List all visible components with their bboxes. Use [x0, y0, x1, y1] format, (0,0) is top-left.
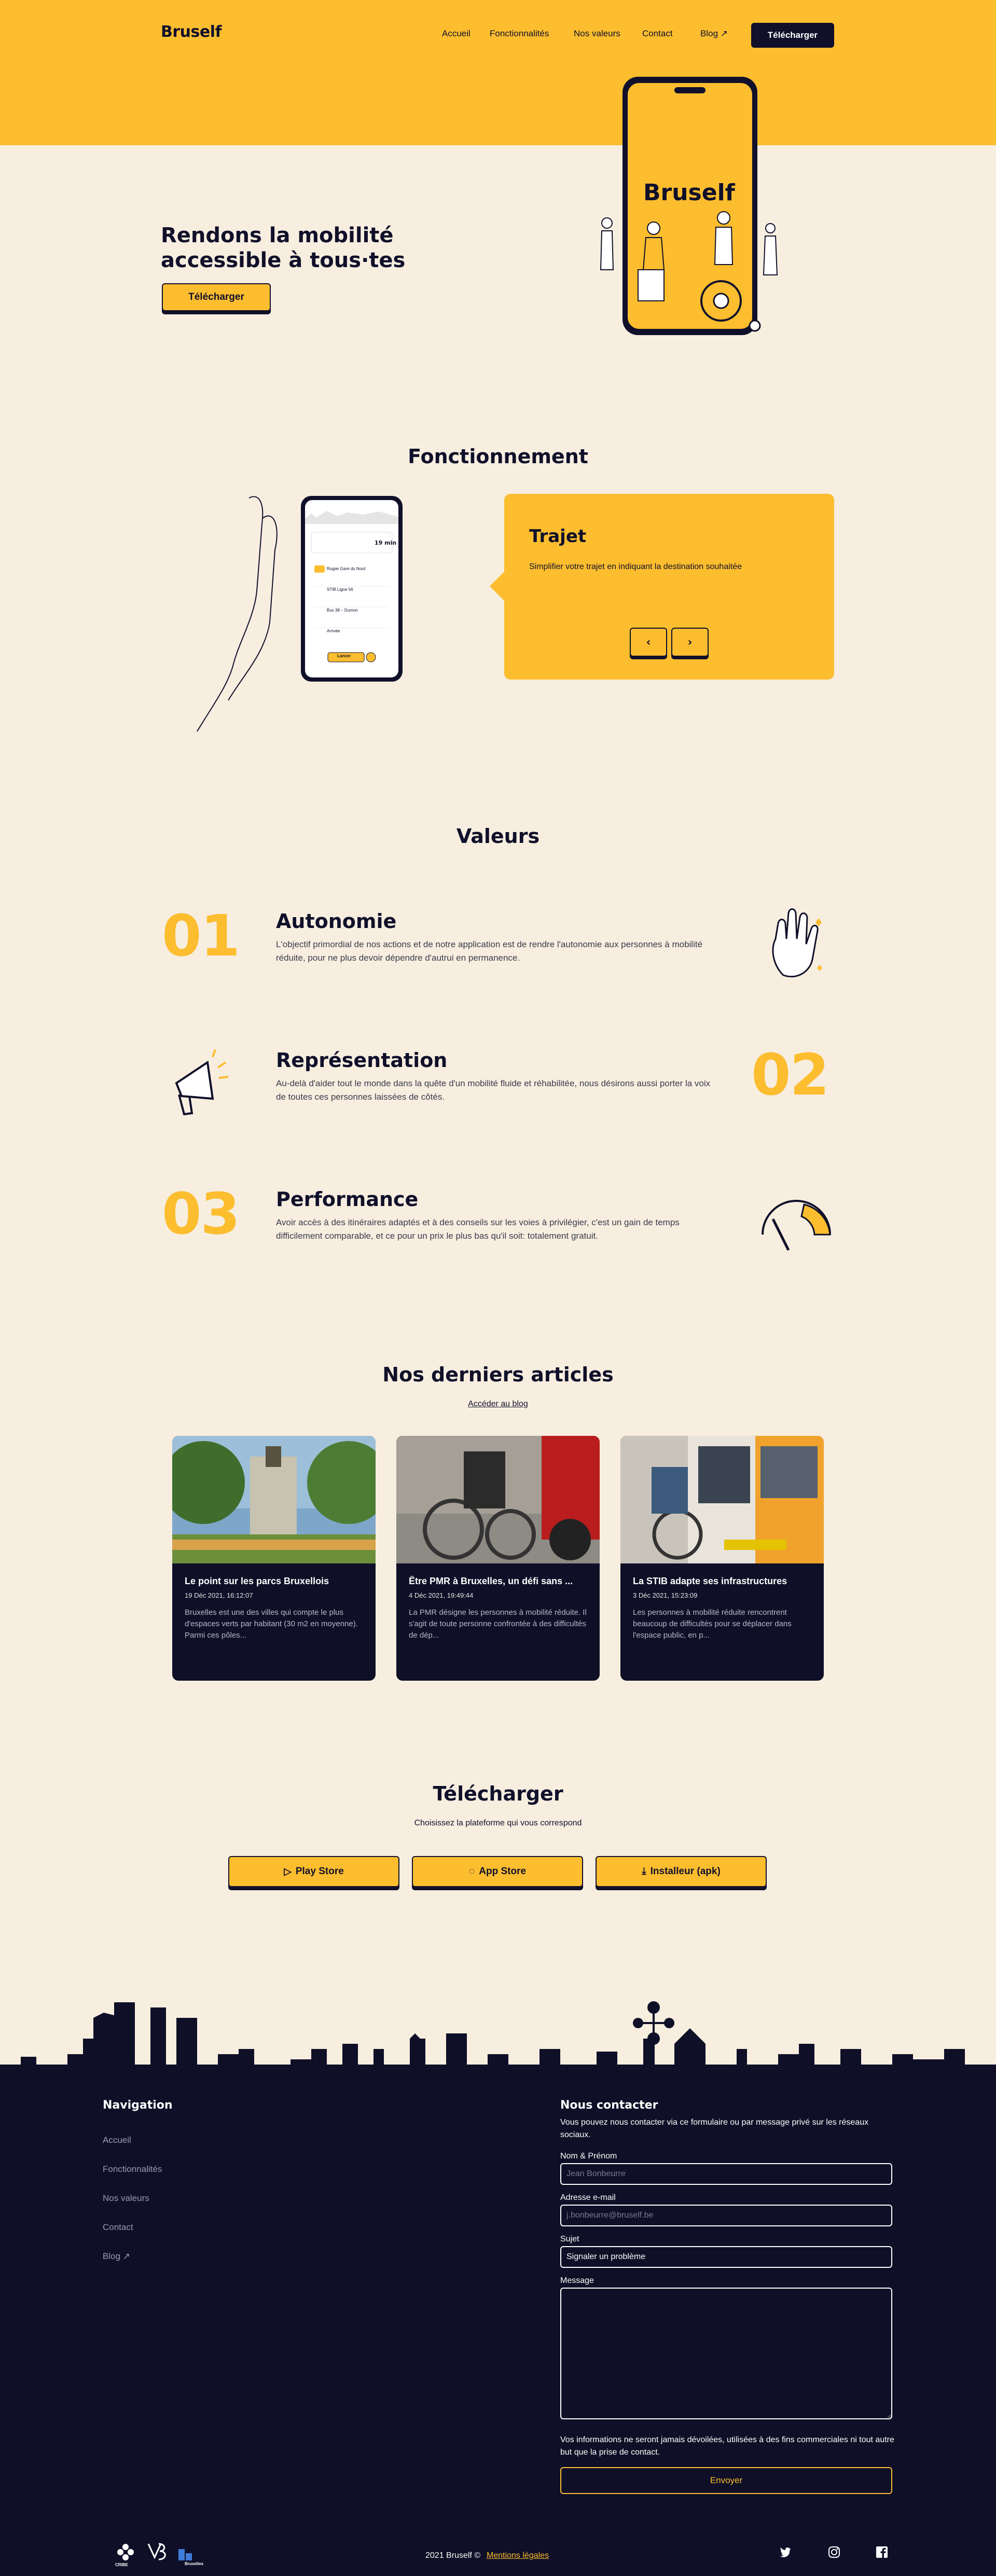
value-text-1: L'objectif primordial de nos actions et …: [276, 939, 703, 963]
values-title: Valeurs: [456, 825, 540, 848]
chevron-right-icon: ›: [687, 635, 693, 649]
value-title-3: Performance: [276, 1188, 419, 1211]
hero-title: Rendons la mobilité accessible à tous·te…: [161, 224, 406, 272]
copyright: 2021 Bruself ©: [425, 2551, 481, 2560]
vb-logo-icon: [147, 2543, 166, 2560]
article-title: Être PMR à Bruxelles, un défi sans ...: [409, 1576, 573, 1586]
article-title: La STIB adapte ses infrastructures: [633, 1576, 787, 1586]
article-card-3[interactable]: La STIB adapte ses infrastructures 3 Déc…: [620, 1436, 824, 1681]
play-store-button[interactable]: ▷ Play Store: [228, 1856, 399, 1887]
article-title: Le point sur les parcs Bruxellois: [185, 1576, 329, 1586]
submit-button[interactable]: Envoyer: [560, 2467, 892, 2494]
article-image-park: [172, 1436, 376, 1563]
app-store-label: App Store: [479, 1866, 527, 1877]
bruxelles-logo-icon: [178, 2549, 192, 2560]
prev-button[interactable]: ‹: [630, 628, 667, 657]
feature-card-pointer: [490, 571, 505, 602]
brand-logo[interactable]: Bruself: [161, 23, 222, 41]
contact-intro: Vous pouvez nous contacter via ce formul…: [560, 2118, 869, 2139]
footer-nav-title: Navigation: [103, 2099, 173, 2112]
name-label: Nom & Prénom: [560, 2152, 617, 2160]
nav-blog[interactable]: Blog ↗: [700, 29, 728, 39]
article-date: 3 Déc 2021, 15:23:09: [633, 1591, 698, 1599]
nav-valeurs[interactable]: Nos valeurs: [574, 29, 620, 39]
phone-list-2: STIB Ligne 56: [327, 587, 353, 592]
value-number-2: 02: [751, 1042, 829, 1108]
facebook-icon[interactable]: [876, 2546, 888, 2558]
skyline-top: [0, 65, 996, 145]
speedometer-icon: [762, 1200, 831, 1251]
phone-list-4: Arrivée: [327, 629, 340, 633]
partner-cribe: CRIBE: [115, 2563, 128, 2567]
hero-download-button[interactable]: Télécharger: [162, 283, 271, 311]
apk-label: Installeur (apk): [650, 1866, 721, 1877]
play-store-label: Play Store: [295, 1866, 344, 1877]
phone-list-3: Bus 38 – Dumon: [327, 608, 358, 613]
feature-card: [504, 494, 834, 680]
value-text-3: Avoir accès à des itinéraires adaptés et…: [276, 1217, 680, 1241]
article-excerpt: La PMR désigne les personnes à mobilité …: [409, 1608, 587, 1640]
value-number-1: 01: [162, 903, 240, 969]
next-button[interactable]: ›: [671, 628, 709, 657]
article-excerpt: Les personnes à mobilité réduite rencont…: [633, 1608, 792, 1640]
article-excerpt: Bruxelles est une des villes qui compte …: [185, 1608, 358, 1640]
footer-link-valeurs[interactable]: Nos valeurs: [103, 2193, 149, 2204]
email-label: Adresse e-mail: [560, 2193, 616, 2202]
article-card-2[interactable]: Être PMR à Bruxelles, un défi sans ... 4…: [396, 1436, 600, 1681]
value-title-1: Autonomie: [276, 910, 397, 933]
feature-card-title: Trajet: [529, 526, 587, 547]
value-title-2: Représentation: [276, 1049, 448, 1072]
features-title: Fonctionnement: [408, 445, 588, 468]
feature-card-text: Simplifier votre trajet en indiquant la …: [529, 562, 742, 571]
footer-link-accueil[interactable]: Accueil: [103, 2135, 131, 2145]
footer-link-blog[interactable]: Blog ↗: [103, 2251, 130, 2262]
hero-phone-brand: Bruself: [643, 179, 735, 206]
article-date: 19 Déc 2021, 16:12:07: [185, 1591, 253, 1599]
phone-list-1: Rogier Gare du Nord: [327, 566, 366, 571]
subject-field[interactable]: [560, 2246, 892, 2268]
email-field[interactable]: [560, 2205, 892, 2226]
article-card-1[interactable]: Le point sur les parcs Bruxellois 19 Déc…: [172, 1436, 376, 1681]
download-subtitle: Choisissez la plateforme qui vous corres…: [414, 1819, 582, 1827]
privacy-notice: Vos informations ne seront jamais dévoil…: [560, 2435, 894, 2457]
name-field[interactable]: [560, 2163, 892, 2185]
cribe-logo-icon: [117, 2544, 134, 2560]
chevron-left-icon: ‹: [646, 635, 651, 649]
download-title: Télécharger: [433, 1782, 563, 1805]
legal-link[interactable]: Mentions légales: [487, 2551, 549, 2560]
apk-button[interactable]: ⤓ Installeur (apk): [596, 1856, 767, 1887]
play-icon: ▷: [284, 1866, 292, 1877]
hero-illustration: [600, 77, 778, 335]
apple-icon: ◌: [468, 1866, 475, 1877]
phone-time: 19 min: [375, 539, 397, 546]
nav-fonctionnalites[interactable]: Fonctionnalités: [490, 29, 549, 39]
megaphone-icon: [175, 1049, 229, 1116]
footer-link-contact[interactable]: Contact: [103, 2222, 133, 2233]
blog-link[interactable]: Accéder au blog: [0, 1400, 996, 1409]
hand-phone-illustration: [197, 496, 403, 732]
articles-title: Nos derniers articles: [382, 1363, 614, 1386]
message-label: Message: [560, 2276, 594, 2285]
app-store-button[interactable]: ◌ App Store: [412, 1856, 583, 1887]
nav-contact[interactable]: Contact: [642, 29, 673, 39]
article-image-wheelchair: [396, 1436, 600, 1563]
contact-title: Nous contacter: [560, 2099, 658, 2112]
article-image-bus: [620, 1436, 824, 1563]
value-text-2: Au-delà d'aider tout le monde dans la qu…: [276, 1078, 711, 1102]
nav-accueil[interactable]: Accueil: [442, 29, 471, 39]
message-field[interactable]: [560, 2288, 892, 2419]
partner-bruxelles: Bruxelles: [185, 2561, 204, 2566]
value-number-3: 03: [162, 1181, 240, 1247]
footer-link-fonctionnalites[interactable]: Fonctionnalités: [103, 2164, 162, 2175]
subject-label: Sujet: [560, 2235, 579, 2243]
article-date: 4 Déc 2021, 19:49:44: [409, 1591, 474, 1599]
download-icon: ⤓: [642, 1866, 646, 1877]
hand-wave-icon: [772, 908, 822, 978]
skyline-footer: [0, 2001, 996, 2075]
header-download-button[interactable]: Télécharger: [751, 23, 834, 48]
phone-button: Lancer: [337, 654, 351, 658]
instagram-icon[interactable]: [828, 2546, 840, 2558]
twitter-icon[interactable]: [779, 2546, 792, 2558]
